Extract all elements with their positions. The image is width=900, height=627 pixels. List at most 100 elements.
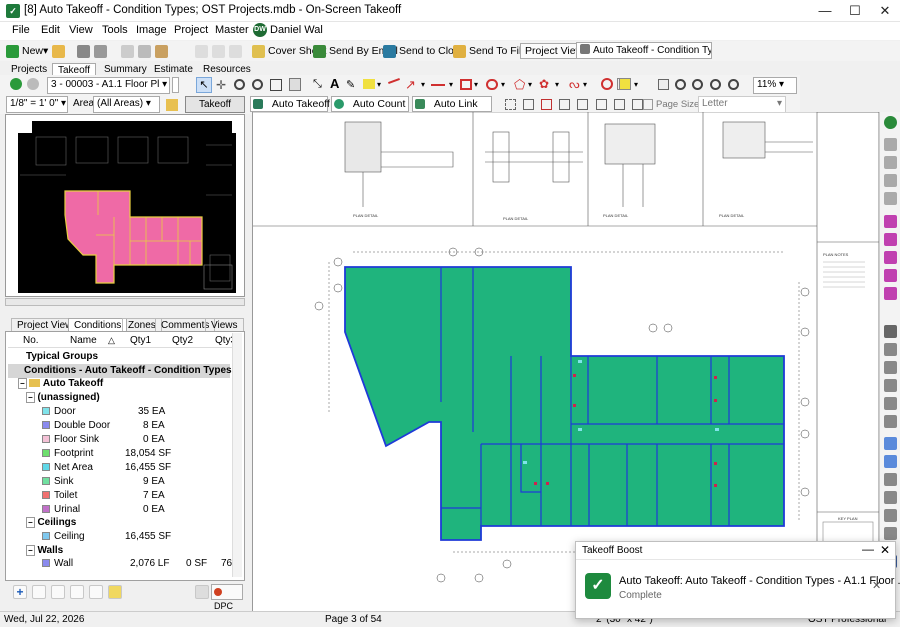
delete-condition-icon[interactable] [51, 585, 65, 599]
layers-4-icon[interactable] [884, 192, 897, 205]
print-icon[interactable] [77, 43, 93, 59]
measure-icon[interactable]: ⤡ [313, 78, 322, 91]
condition-row-footprint[interactable]: Footprint [42, 448, 93, 462]
auto-takeoff-button[interactable]: Auto Takeoff [250, 96, 330, 112]
zoom-fit-icon[interactable] [710, 79, 721, 90]
cloud-markup-icon[interactable]: ✿ [539, 77, 549, 91]
col-qty2[interactable]: Qty2 [172, 335, 193, 346]
drawing-canvas[interactable]: PLAN DETAIL PLAN DETAIL PLAN DETAIL PLAN… [252, 111, 880, 612]
condition-row-ceiling[interactable]: Ceiling [42, 531, 85, 545]
layer-icon[interactable] [559, 99, 570, 110]
note-condition-icon[interactable] [108, 585, 122, 599]
condition-row-urinal[interactable]: Urinal [42, 504, 80, 518]
minimize-icon[interactable]: — [810, 0, 840, 22]
maximize-icon[interactable]: ☐ [840, 0, 870, 22]
copy-view-icon[interactable] [884, 473, 897, 486]
menu-project[interactable]: Project [174, 24, 208, 36]
markup-select-icon[interactable] [541, 99, 552, 110]
layers-2-icon[interactable] [884, 156, 897, 169]
copy-page-icon[interactable] [658, 79, 669, 90]
menu-view[interactable]: View [69, 24, 93, 36]
add-condition-icon[interactable]: + [13, 585, 27, 599]
sticky-icon[interactable] [619, 78, 631, 90]
zoom-out-icon[interactable] [692, 79, 703, 90]
tag-icon[interactable] [884, 455, 897, 468]
condition-row-double-door[interactable]: Double Door [42, 420, 110, 434]
area-select[interactable]: (All Areas) ▾ [93, 96, 160, 113]
minimap-scrollbar[interactable] [5, 298, 245, 306]
bookmark-icon[interactable] [632, 99, 643, 110]
hyperlink-icon[interactable] [614, 99, 625, 110]
copy-icon[interactable] [138, 43, 154, 59]
auto-count-button[interactable]: Auto Count [331, 96, 409, 112]
col-qty1[interactable]: Qty1 [130, 335, 151, 346]
compare-icon[interactable] [596, 99, 607, 110]
collapse-icon[interactable]: − [18, 378, 27, 389]
grid-icon[interactable] [523, 99, 534, 110]
menu-master[interactable]: Master [215, 24, 249, 36]
condition-row-floor-sink[interactable]: Floor Sink [42, 434, 99, 448]
condition-row-wall[interactable]: Wall [42, 558, 73, 572]
zoom-select[interactable]: 11% ▾ [753, 77, 797, 94]
redo-icon[interactable] [229, 43, 245, 59]
arrow-icon[interactable]: ↗ [405, 77, 416, 93]
ceilings-group-row[interactable]: − Ceilings [26, 517, 76, 531]
paste-condition-icon[interactable] [89, 585, 103, 599]
new-button[interactable]: New ▾ [6, 43, 48, 59]
measure-tool-icon[interactable] [884, 527, 897, 540]
page-select[interactable]: 3 - 00003 - A1.1 Floor Pl ▾ [47, 77, 170, 94]
conditions-group-bar[interactable]: Conditions - Auto Takeoff - Condition Ty… [8, 364, 232, 378]
close-icon[interactable]: ✕ [870, 0, 900, 22]
walls-group-row[interactable]: − Walls [26, 545, 63, 559]
collapse-icon[interactable]: − [26, 517, 35, 528]
collapse-icon[interactable]: − [26, 392, 35, 403]
unassigned-row[interactable]: − (unassigned) [26, 392, 100, 406]
menu-image[interactable]: Image [136, 24, 167, 36]
overlay-page-icon[interactable] [884, 415, 897, 428]
markup-5-icon[interactable] [884, 287, 897, 300]
stamp-icon[interactable] [601, 78, 613, 90]
layers-icon[interactable] [884, 138, 897, 151]
minimap-panel[interactable] [5, 114, 245, 297]
undo-icon[interactable] [212, 43, 228, 59]
print-preview-icon[interactable] [94, 43, 110, 59]
layers-3-icon[interactable] [884, 174, 897, 187]
conditions-scrollbar[interactable] [232, 333, 242, 577]
ellipse-icon[interactable] [486, 79, 498, 90]
auto-takeoff-folder-row[interactable]: − Auto Takeoff [18, 378, 103, 392]
open-icon[interactable] [52, 43, 68, 59]
page-size-select[interactable]: Letter ▾ [698, 96, 786, 113]
highlight-icon[interactable] [363, 79, 375, 89]
collapse-icon[interactable]: − [26, 545, 35, 556]
line-icon[interactable] [388, 78, 400, 84]
condition-row-door[interactable]: Door [42, 406, 76, 420]
pen-icon[interactable]: ✎ [346, 78, 355, 91]
edit-condition-icon[interactable] [32, 585, 46, 599]
condition-row-sink[interactable]: Sink [42, 476, 73, 490]
col-no[interactable]: No. [23, 335, 39, 346]
markup-4-icon[interactable] [884, 269, 897, 282]
polygon-icon[interactable]: ⬠ [514, 77, 525, 93]
export-icon[interactable] [884, 491, 897, 504]
lock-icon[interactable] [195, 585, 209, 599]
send-file-button[interactable]: Send To File [453, 43, 527, 59]
overlay-icon[interactable] [577, 99, 588, 110]
rotate-icon[interactable] [884, 361, 897, 374]
project-view-select[interactable]: Auto Takeoff - Condition Typ [576, 42, 712, 59]
paste-icon[interactable] [155, 43, 171, 59]
condition-row-toilet[interactable]: Toilet [42, 490, 77, 504]
fit-page-icon[interactable] [884, 325, 897, 338]
menu-tools[interactable]: Tools [102, 24, 128, 36]
split-v-icon[interactable] [884, 397, 897, 410]
snap-icon[interactable] [884, 509, 897, 522]
back-icon[interactable] [10, 78, 22, 90]
text-icon[interactable]: A [330, 76, 339, 91]
toast-dismiss-icon[interactable]: ✕ [872, 579, 881, 592]
forward-icon[interactable] [27, 78, 39, 90]
dpc-button[interactable]: DPC [211, 584, 243, 611]
list-icon[interactable] [884, 437, 897, 450]
user-name[interactable]: Daniel Wal [270, 24, 323, 36]
toast-minimize-icon[interactable]: — [862, 542, 874, 556]
condition-row-net-area[interactable]: Net Area [42, 462, 93, 476]
menu-edit[interactable]: Edit [41, 24, 60, 36]
